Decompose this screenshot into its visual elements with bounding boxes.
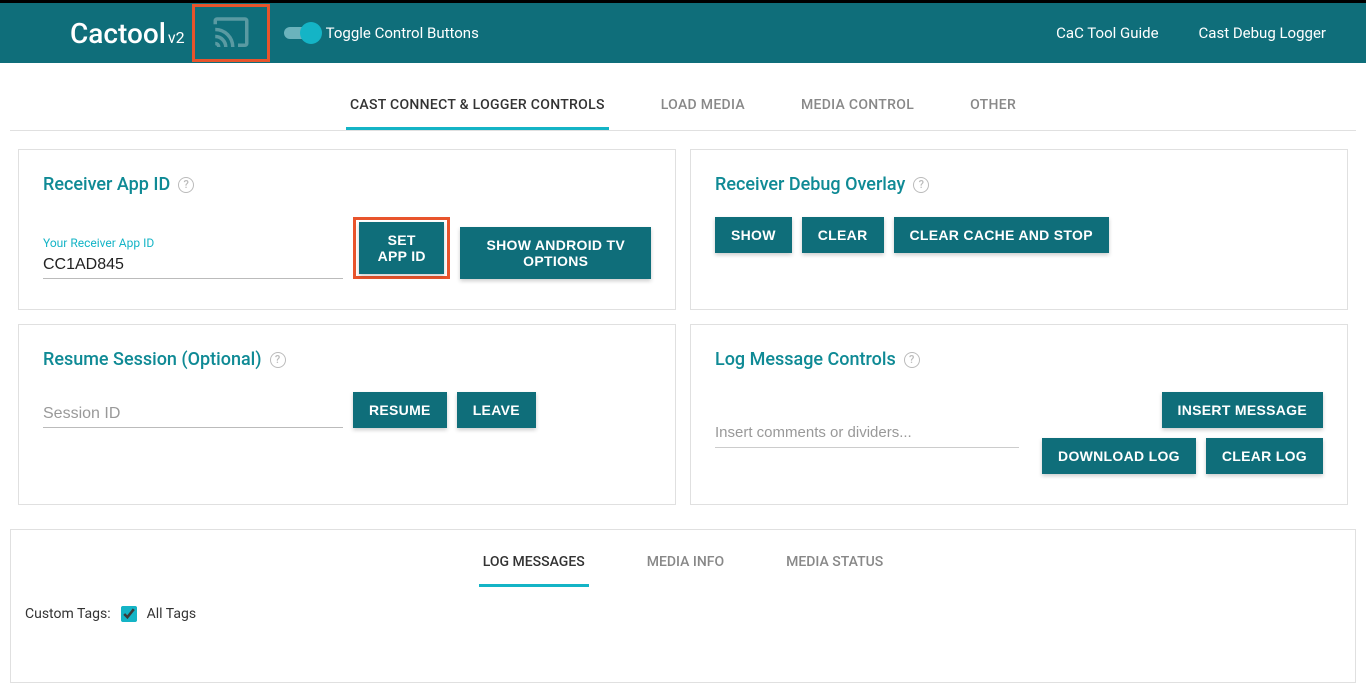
set-app-id-button[interactable]: SET APP ID xyxy=(359,222,444,274)
tab-cast-connect[interactable]: CAST CONNECT & LOGGER CONTROLS xyxy=(346,83,609,130)
help-icon[interactable]: ? xyxy=(178,177,194,193)
toggle-switch[interactable] xyxy=(284,27,314,39)
panel-title-debug-overlay: Receiver Debug Overlay ? xyxy=(715,174,1323,195)
toggle-label: Toggle Control Buttons xyxy=(326,24,479,42)
main-tabs: CAST CONNECT & LOGGER CONTROLS LOAD MEDI… xyxy=(10,73,1356,131)
field-label: Your Receiver App ID xyxy=(43,236,343,250)
custom-tags-row: Custom Tags: All Tags xyxy=(11,588,1355,682)
log-section: LOG MESSAGES MEDIA INFO MEDIA STATUS Cus… xyxy=(10,529,1356,683)
app-logo: Cactoolv2 xyxy=(70,17,185,50)
help-icon[interactable]: ? xyxy=(913,177,929,193)
input-receiver-app-id[interactable] xyxy=(43,252,343,279)
toggle-thumb xyxy=(300,22,322,44)
panel-receiver-app-id: Receiver App ID ? Your Receiver App ID S… xyxy=(18,149,676,310)
title-text: Log Message Controls xyxy=(715,349,896,370)
title-text: Receiver Debug Overlay xyxy=(715,174,905,195)
tab-media-status[interactable]: MEDIA STATUS xyxy=(782,540,887,587)
custom-tags-label: Custom Tags: xyxy=(25,606,111,622)
tab-media-info[interactable]: MEDIA INFO xyxy=(643,540,728,587)
set-app-id-highlight: SET APP ID xyxy=(353,217,450,279)
tab-log-messages[interactable]: LOG MESSAGES xyxy=(479,540,589,587)
toggle-control-buttons[interactable]: Toggle Control Buttons xyxy=(284,24,479,42)
logo-text: Cactool xyxy=(70,17,166,50)
resume-button[interactable]: RESUME xyxy=(353,392,447,428)
tab-other[interactable]: OTHER xyxy=(966,83,1020,130)
panel-receiver-debug-overlay: Receiver Debug Overlay ? SHOW CLEAR CLEA… xyxy=(690,149,1348,310)
show-android-tv-options-button[interactable]: SHOW ANDROID TV OPTIONS xyxy=(460,227,651,279)
leave-button[interactable]: LEAVE xyxy=(457,392,536,428)
field-receiver-app-id: Your Receiver App ID xyxy=(43,236,343,279)
download-log-button[interactable]: DOWNLOAD LOG xyxy=(1042,438,1196,474)
clear-log-button[interactable]: CLEAR LOG xyxy=(1206,438,1323,474)
title-text: Resume Session (Optional) xyxy=(43,349,262,370)
clear-cache-stop-button[interactable]: CLEAR CACHE AND STOP xyxy=(894,217,1109,253)
panel-title-log-controls: Log Message Controls ? xyxy=(715,349,1323,370)
panel-title-receiver-app: Receiver App ID ? xyxy=(43,174,651,195)
cast-icon-highlight xyxy=(192,4,270,62)
log-tabs: LOG MESSAGES MEDIA INFO MEDIA STATUS xyxy=(11,530,1355,588)
insert-message-button[interactable]: INSERT MESSAGE xyxy=(1162,392,1323,428)
panel-title-resume-session: Resume Session (Optional) ? xyxy=(43,349,651,370)
control-panels: Receiver App ID ? Your Receiver App ID S… xyxy=(0,131,1366,523)
app-header: Cactoolv2 Toggle Control Buttons CaC Too… xyxy=(0,3,1366,63)
input-log-comment[interactable] xyxy=(715,418,1019,448)
help-icon[interactable]: ? xyxy=(270,352,286,368)
cast-icon[interactable] xyxy=(206,12,256,54)
panel-resume-session: Resume Session (Optional) ? RESUME LEAVE xyxy=(18,324,676,505)
input-session-id[interactable] xyxy=(43,401,343,428)
checkbox-all-tags-label: All Tags xyxy=(147,606,196,622)
help-icon[interactable]: ? xyxy=(904,352,920,368)
link-cast-debug-logger[interactable]: Cast Debug Logger xyxy=(1199,24,1326,42)
link-cac-tool-guide[interactable]: CaC Tool Guide xyxy=(1056,24,1158,42)
checkbox-all-tags[interactable] xyxy=(121,606,137,622)
tab-load-media[interactable]: LOAD MEDIA xyxy=(657,83,749,130)
panel-log-message-controls: Log Message Controls ? INSERT MESSAGE DO… xyxy=(690,324,1348,505)
tab-media-control[interactable]: MEDIA CONTROL xyxy=(797,83,918,130)
show-overlay-button[interactable]: SHOW xyxy=(715,217,792,253)
clear-overlay-button[interactable]: CLEAR xyxy=(802,217,884,253)
logo-version: v2 xyxy=(168,28,185,47)
title-text: Receiver App ID xyxy=(43,174,170,195)
